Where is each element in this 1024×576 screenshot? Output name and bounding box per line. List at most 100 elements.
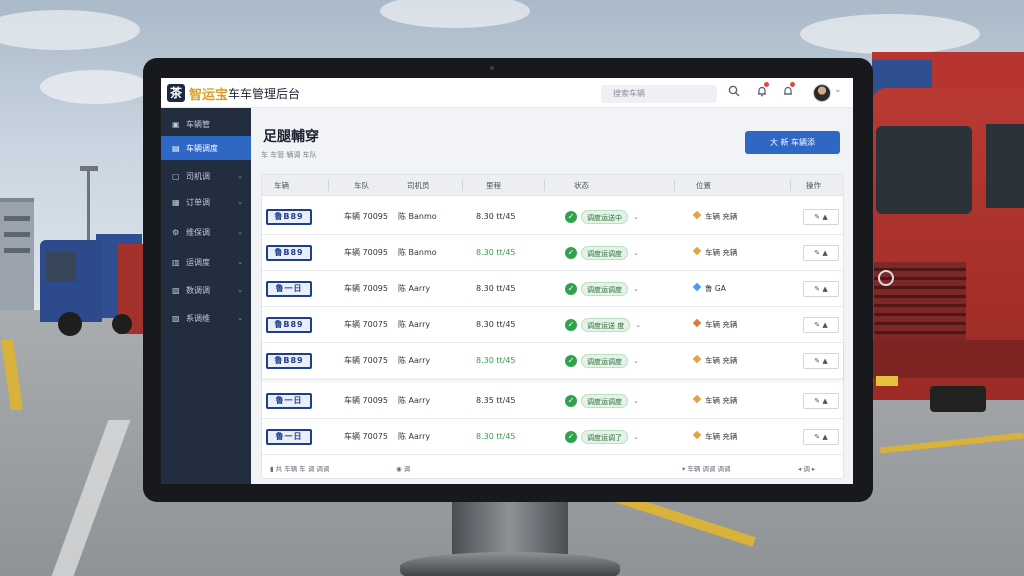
mileage: 8.30 tt/45 <box>476 432 516 441</box>
chevron-down-icon[interactable]: ⌄ <box>633 285 639 293</box>
mileage: 8.30 tt/45 <box>476 356 516 365</box>
sidebar-item-dispatch[interactable]: ▤ 车辆调度 <box>161 136 251 160</box>
column-header[interactable]: 操作 <box>806 175 821 196</box>
table-row[interactable]: 鲁B89 车辆 70095 陈 Banmo 8.30 tt/45 ✓ 调度运送中 ⌄ 车辆 充… <box>262 199 843 235</box>
vehicle-id: 车辆 70075 <box>344 356 388 365</box>
row-action-button[interactable]: ✎ ▲ <box>803 353 839 369</box>
table-row[interactable]: 鲁一日 车辆 70095 陈 Aarry 8.35 tt/45 ✓ 调度运调度 ⌄ 车辆 充辆… <box>262 383 843 419</box>
data-icon: ▧ <box>172 285 180 295</box>
status-badge[interactable]: ✓ 调度运送 度 ⌄ <box>565 316 641 334</box>
column-header[interactable]: 车队 <box>354 175 369 196</box>
check-icon: ✓ <box>565 355 577 367</box>
status-text: 调度运调度 <box>581 246 628 260</box>
alert-icon[interactable] <box>779 84 797 102</box>
column-header[interactable]: 位置 <box>696 175 711 196</box>
footer-filter[interactable]: ▾ 车辆 调调 调调 <box>682 460 730 478</box>
bell-icon[interactable] <box>753 84 771 102</box>
chevron-down-icon[interactable]: ⌄ <box>834 85 842 95</box>
chevron-down-icon[interactable]: ⌄ <box>633 433 639 441</box>
status-badge[interactable]: ✓ 调度运调度 ⌄ <box>565 280 639 298</box>
chevron-down-icon: ⌄ <box>237 198 243 206</box>
search-input[interactable]: 搜索车辆 <box>601 85 717 103</box>
add-vehicle-button[interactable]: 大 新 车辆添 <box>745 131 840 154</box>
search-icon[interactable] <box>725 84 743 102</box>
page-subtitle: 车 车管 辆调 车队 <box>261 151 317 159</box>
table-row[interactable]: 鲁B89 车辆 70095 陈 Banmo 8.30 tt/45 ✓ 调度运调度 ⌄ 车辆 充… <box>262 235 843 271</box>
vehicle-table: 车辆 车队 司机员 里程 状态 位置 操作 鲁B89 车辆 70095 陈 Banm… <box>261 174 844 479</box>
table-row[interactable]: 鲁B89 车辆 70075 陈 Aarry 8.30 tt/45 ✓ 调度运调度 ⌄ 车辆 充… <box>262 343 843 379</box>
row-action-button[interactable]: ✎ ▲ <box>803 281 839 297</box>
avatar[interactable] <box>813 84 831 102</box>
location-text: 车辆 充辆 <box>705 396 738 405</box>
location-text: 车辆 充辆 <box>705 320 738 329</box>
vehicle-id: 车辆 70095 <box>344 284 388 293</box>
mileage: 8.30 tt/45 <box>476 320 516 329</box>
sidebar-item-label: 维保调 <box>186 227 210 237</box>
chevron-down-icon: ⌄ <box>237 314 243 322</box>
sidebar-item-settings[interactable]: ▨ 系调维 ⌄ <box>161 306 251 330</box>
row-action-button[interactable]: ✎ ▲ <box>803 209 839 225</box>
table-row[interactable]: 鲁一日 车辆 70075 陈 Aarry 8.30 tt/45 ✓ 调度运调了 ⌄ 车辆 充辆… <box>262 419 843 455</box>
sidebar-item-routes[interactable]: ▥ 运调度 ⌄ <box>161 250 251 274</box>
driver-icon: ▢ <box>172 171 180 181</box>
chevron-down-icon[interactable]: ⌄ <box>633 213 639 221</box>
sidebar-item-data[interactable]: ▧ 数调调 ⌄ <box>161 278 251 302</box>
row-action-button[interactable]: ✎ ▲ <box>803 429 839 445</box>
mileage: 8.30 tt/45 <box>476 284 516 293</box>
status-badge[interactable]: ✓ 调度运调度 ⌄ <box>565 392 639 410</box>
column-header[interactable]: 状态 <box>574 175 589 196</box>
location: 车辆 充辆 <box>692 383 738 419</box>
dashboard-icon: ▣ <box>172 119 180 129</box>
chevron-down-icon: ⌄ <box>237 228 243 236</box>
chevron-down-icon[interactable]: ⌄ <box>633 357 639 365</box>
location: 车辆 充辆 <box>692 307 738 343</box>
status-badge[interactable]: ✓ 调度运送中 ⌄ <box>565 208 639 226</box>
brand[interactable]: 茶 智运宝 车车管理后台 <box>167 84 300 103</box>
column-header[interactable]: 车辆 <box>274 175 289 196</box>
location-pin-icon <box>692 210 702 220</box>
pagination[interactable]: ◂ 调 ▸ <box>798 460 815 478</box>
row-action-button[interactable]: ✎ ▲ <box>803 317 839 333</box>
footer-summary: ▮ 共 车辆 车 调 调调 <box>270 465 330 473</box>
sidebar-item-vehicles[interactable]: ▣ 车辆管 <box>161 112 251 136</box>
wheel <box>930 386 986 412</box>
brand-name: 智运宝 <box>189 87 229 103</box>
top-bar: 茶 智运宝 车车管理后台 搜索车辆 ⌄ <box>161 78 853 108</box>
driver-name: 陈 Aarry <box>398 284 431 293</box>
sidebar-item-maintenance[interactable]: ⚙ 维保调 ⌄ <box>161 220 251 244</box>
status-badge[interactable]: ✓ 调度运调度 ⌄ <box>565 244 639 262</box>
chevron-down-icon: ⌄ <box>237 172 243 180</box>
table-row[interactable]: 鲁一日 车辆 70095 陈 Aarry 8.30 tt/45 ✓ 调度运调度 ⌄ 鲁 GA ✎… <box>262 271 843 307</box>
check-icon: ✓ <box>565 431 577 443</box>
sidebar-item-drivers[interactable]: ▢ 司机调 ⌄ <box>161 164 251 188</box>
sidebar-item-label: 车辆管 <box>186 119 210 129</box>
check-icon: ✓ <box>565 283 577 295</box>
sidebar-item-label: 订单调 <box>186 197 210 207</box>
monitor-stand <box>452 502 568 556</box>
status-badge[interactable]: ✓ 调度运调度 ⌄ <box>565 352 639 370</box>
column-header[interactable]: 里程 <box>486 175 501 196</box>
page-title: 足腿輔穿 <box>263 129 319 145</box>
mileage: 8.30 tt/45 <box>476 248 516 257</box>
vehicle-id: 车辆 70075 <box>344 432 388 441</box>
wheel <box>58 312 82 336</box>
warehouse <box>0 198 34 310</box>
sidebar-item-orders[interactable]: ▦ 订单调 ⌄ <box>161 190 251 214</box>
table-row[interactable]: 鲁B89 车辆 70075 陈 Aarry 8.30 tt/45 ✓ 调度运送 度 ⌄ 车辆 … <box>262 307 843 343</box>
footer-page-size[interactable]: ◉ 调 <box>396 460 410 478</box>
app-window: 茶 智运宝 车车管理后台 搜索车辆 ⌄ ▣ 车辆管 ▤ 车辆调度 ▢ 司机调 ⌄… <box>161 78 853 484</box>
vehicle-id: 车辆 70095 <box>344 248 388 257</box>
location-pin-icon <box>692 246 702 256</box>
sidebar-item-label: 数调调 <box>186 285 210 295</box>
driver-name: 陈 Aarry <box>398 396 431 405</box>
chevron-down-icon[interactable]: ⌄ <box>635 321 641 329</box>
cloud <box>40 70 150 104</box>
chevron-down-icon[interactable]: ⌄ <box>633 249 639 257</box>
column-header[interactable]: 司机员 <box>407 175 430 196</box>
status-badge[interactable]: ✓ 调度运调了 ⌄ <box>565 428 639 446</box>
plate-badge: 鲁一日 <box>266 281 312 297</box>
chevron-down-icon[interactable]: ⌄ <box>633 397 639 405</box>
driver-name: 陈 Aarry <box>398 432 431 441</box>
row-action-button[interactable]: ✎ ▲ <box>803 393 839 409</box>
row-action-button[interactable]: ✎ ▲ <box>803 245 839 261</box>
